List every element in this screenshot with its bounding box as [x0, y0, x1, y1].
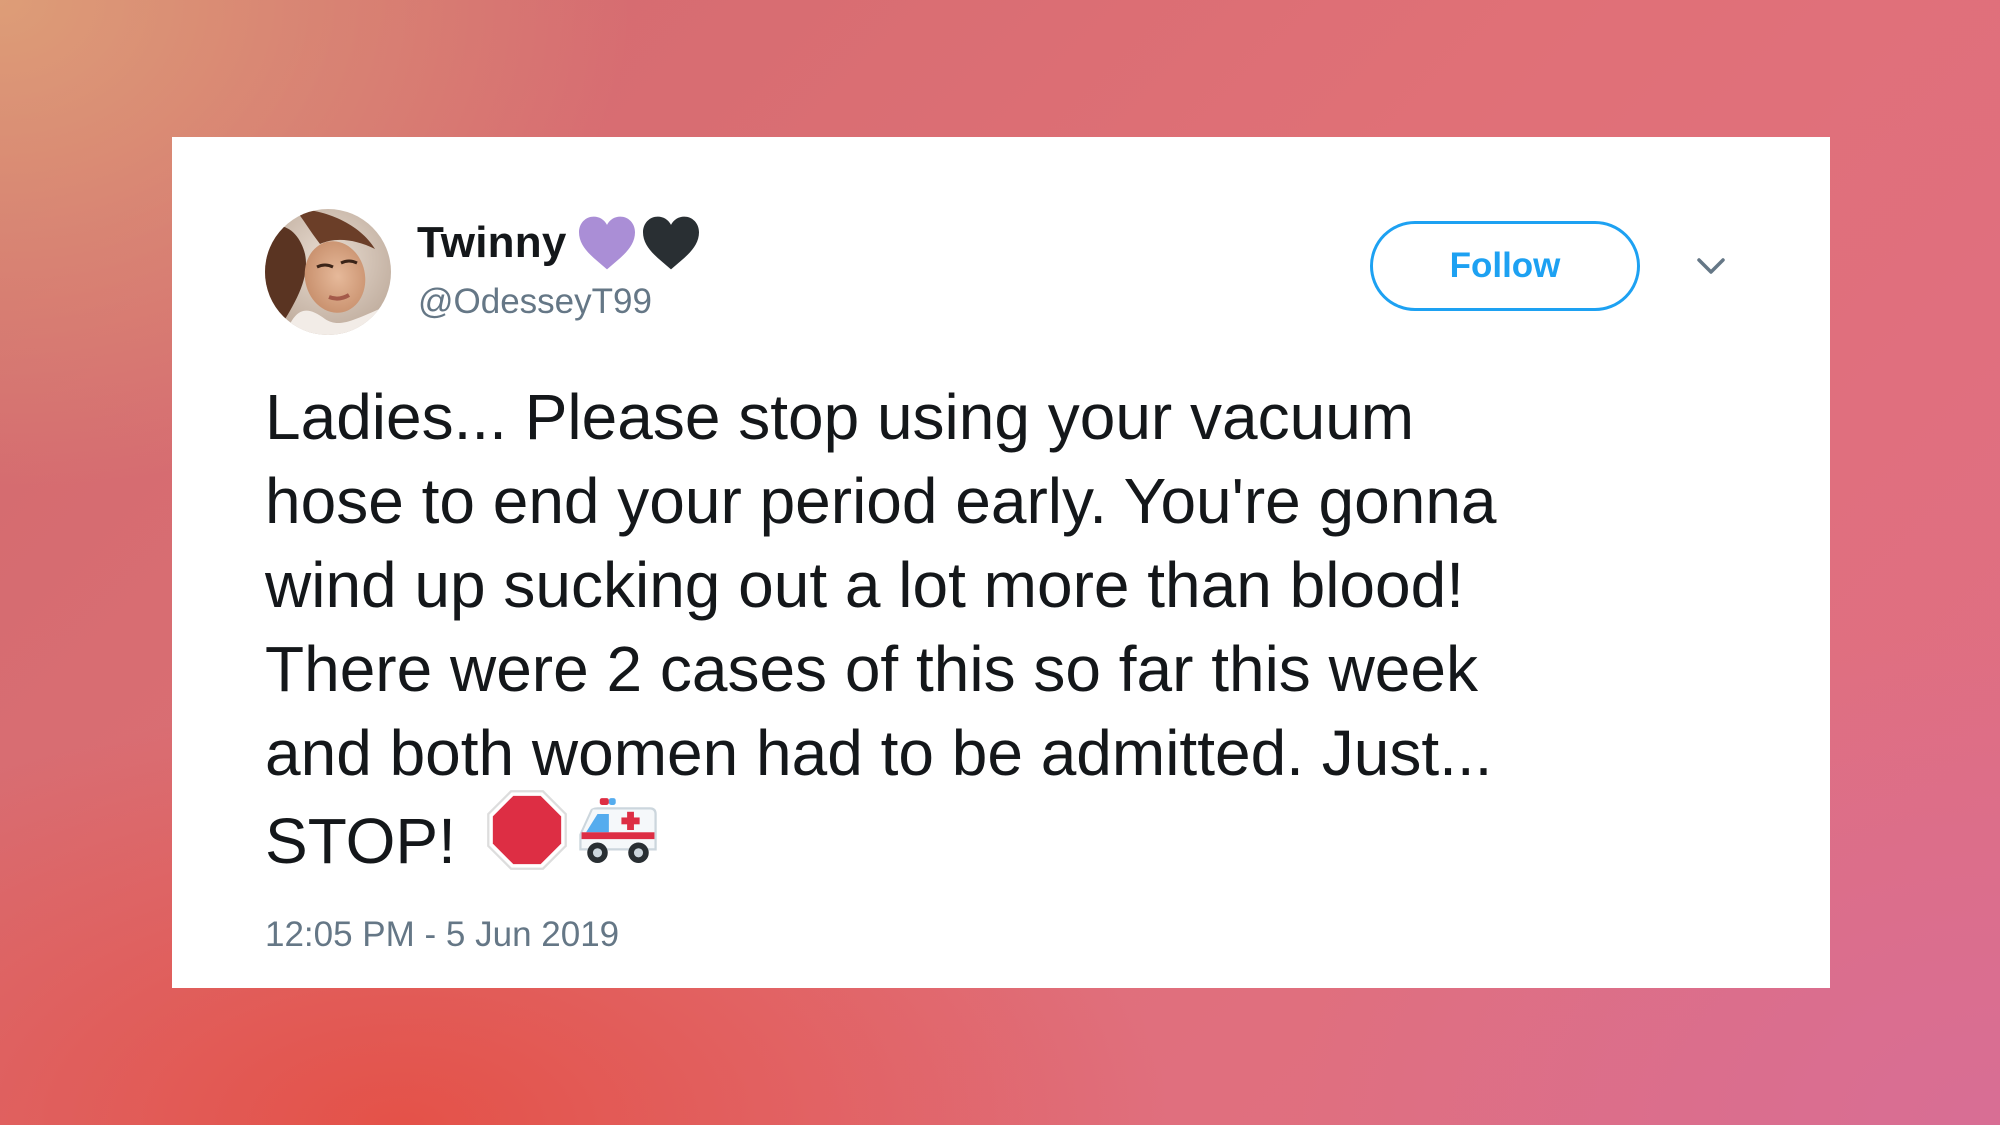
tweet-text-line-last: STOP!: [265, 790, 1765, 897]
chevron-down-icon[interactable]: [1692, 247, 1730, 285]
tweet-text-line: and both women had to be admitted. Just.…: [265, 717, 1493, 789]
avatar[interactable]: [265, 209, 391, 335]
stop-sign-icon: [486, 789, 568, 891]
tweet-text-line: Ladies... Please stop using your vacuum: [265, 381, 1415, 453]
user-handle[interactable]: @OdesseyT99: [418, 282, 652, 322]
purple-heart-icon: [577, 215, 637, 271]
tweet-timestamp[interactable]: 12:05 PM - 5 Jun 2019: [265, 915, 619, 955]
tweet-text-line: wind up sucking out a lot more than bloo…: [265, 549, 1464, 621]
black-heart-icon: [641, 215, 701, 271]
tweet-text-line: There were 2 cases of this so far this w…: [265, 633, 1478, 705]
tweet-text: Ladies... Please stop using your vacuum …: [265, 375, 1765, 897]
tweet-card: Twinny @OdesseyT99 Follow Ladies... Plea…: [172, 137, 1830, 988]
emoji-row: [486, 789, 660, 891]
tweet-text-line: STOP!: [265, 804, 456, 877]
follow-button[interactable]: Follow: [1370, 221, 1640, 311]
display-name[interactable]: Twinny: [417, 218, 567, 268]
tweet-text-line: hose to end your period early. You're go…: [265, 465, 1497, 537]
ambulance-icon: [576, 789, 660, 891]
display-name-row: Twinny: [417, 211, 701, 275]
